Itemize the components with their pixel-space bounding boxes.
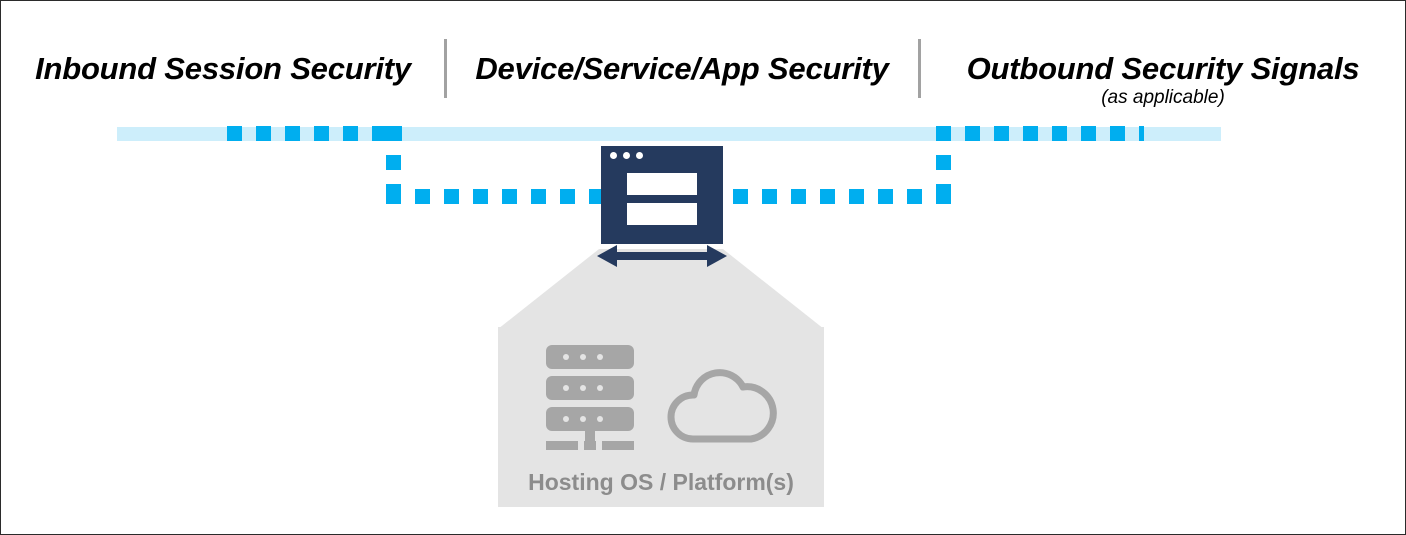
window-content-pane (627, 173, 697, 195)
server-led-icon (580, 354, 586, 360)
flow-segment-left-top (227, 126, 402, 141)
server-led-icon (563, 416, 569, 422)
window-titlebar (601, 146, 723, 165)
window-dot-icon (636, 152, 643, 159)
flow-segment-left-bottom (386, 189, 601, 204)
server-led-icon (563, 354, 569, 360)
server-led-icon (580, 385, 586, 391)
server-base-segment (584, 441, 596, 450)
server-led-icon (597, 416, 603, 422)
flow-segment-right-bottom (733, 189, 951, 204)
server-led-icon (563, 385, 569, 391)
heading-outbound-subtitle: (as applicable) (1101, 87, 1225, 108)
diagram-canvas: Inbound Session Security Device/Service/… (0, 0, 1406, 535)
heading-device-service-app-security: Device/Service/App Security (475, 51, 889, 86)
server-base-segment (602, 441, 634, 450)
window-content-pane (627, 203, 697, 225)
bidirectional-scale-arrow-icon (597, 245, 727, 267)
server-led-icon (597, 385, 603, 391)
server-led-icon (597, 354, 603, 360)
server-icon (541, 345, 643, 451)
server-base-segment (546, 441, 578, 450)
server-bay (546, 345, 634, 369)
server-bay (546, 376, 634, 400)
flow-segment-right-top (936, 126, 1144, 141)
server-bay (546, 407, 634, 431)
window-dot-icon (623, 152, 630, 159)
heading-inbound-session-security: Inbound Session Security (35, 51, 411, 86)
window-dot-icon (610, 152, 617, 159)
server-led-icon (580, 416, 586, 422)
heading-outbound-security-signals: Outbound Security Signals (966, 51, 1360, 86)
platform-label: Hosting OS / Platform(s) (528, 469, 794, 495)
device-service-app-window-icon (601, 146, 723, 244)
server-stem (585, 431, 595, 441)
cloud-icon (667, 369, 777, 443)
